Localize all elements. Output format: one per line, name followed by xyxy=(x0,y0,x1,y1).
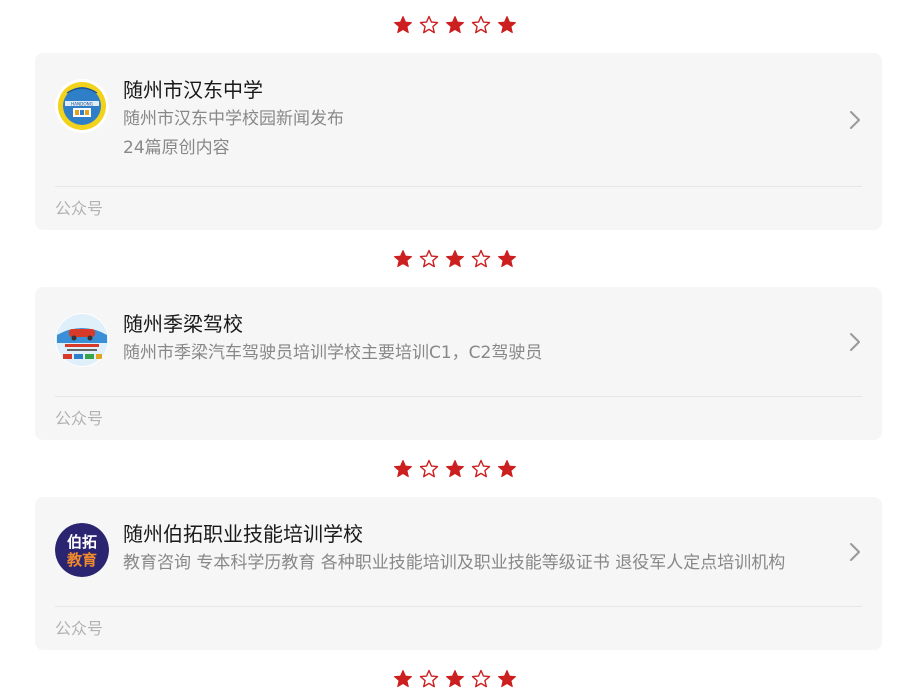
star-filled-icon xyxy=(445,669,465,689)
account-name: 随州伯拓职业技能培训学校 xyxy=(123,522,363,546)
account-name: 随州季梁驾校 xyxy=(123,312,243,336)
card-divider xyxy=(55,396,862,397)
account-description: 随州市汉东中学校园新闻发布 xyxy=(123,109,344,129)
star-filled-icon xyxy=(393,15,413,35)
account-card-handong-school: HANDONG 随州市汉东中学 随州市汉东中学校园新闻发布 24篇原创内容 公众… xyxy=(35,53,882,230)
star-filled-icon xyxy=(497,15,517,35)
star-filled-icon xyxy=(445,15,465,35)
account-card-link[interactable]: HANDONG 随州市汉东中学 随州市汉东中学校园新闻发布 24篇原创内容 xyxy=(35,53,882,185)
star-outline-icon xyxy=(471,15,491,35)
star-outline-icon xyxy=(471,459,491,479)
account-card-bota-vocational-school: 伯拓 教育 随州伯拓职业技能培训学校 教育咨询 专本科学历教育 各种职业技能培训… xyxy=(35,497,882,650)
star-filled-icon xyxy=(497,249,517,269)
star-filled-icon xyxy=(445,249,465,269)
svg-text:HANDONG: HANDONG xyxy=(71,101,93,106)
hangdong-school-logo-icon: HANDONG xyxy=(55,79,109,133)
account-description: 随州市季梁汽车驾驶员培训学校主要培训C1，C2驾驶员 xyxy=(123,343,543,363)
star-divider-2 xyxy=(0,248,910,270)
star-divider-4 xyxy=(0,668,910,690)
account-description: 教育咨询 专本科学历教育 各种职业技能培训及职业技能等级证书 退役军人定点培训机… xyxy=(123,553,786,573)
star-outline-icon xyxy=(419,459,439,479)
account-card-link[interactable]: 随州季梁驾校 随州市季梁汽车驾驶员培训学校主要培训C1，C2驾驶员 xyxy=(35,287,882,395)
bota-education-logo-icon: 伯拓 教育 xyxy=(55,523,109,577)
avatar-text-bottom: 教育 xyxy=(66,551,97,569)
star-filled-icon xyxy=(445,459,465,479)
card-divider xyxy=(55,186,862,187)
account-card-link[interactable]: 伯拓 教育 随州伯拓职业技能培训学校 教育咨询 专本科学历教育 各种职业技能培训… xyxy=(35,497,882,605)
star-filled-icon xyxy=(393,459,413,479)
account-name: 随州市汉东中学 xyxy=(123,78,263,102)
star-outline-icon xyxy=(419,15,439,35)
driving-school-logo-icon xyxy=(55,313,109,367)
star-outline-icon xyxy=(471,669,491,689)
account-type-label: 公众号 xyxy=(55,409,104,428)
account-type-label: 公众号 xyxy=(55,199,104,218)
star-outline-icon xyxy=(419,249,439,269)
star-filled-icon xyxy=(497,669,517,689)
avatar-text-top: 伯拓 xyxy=(67,533,97,551)
card-divider xyxy=(55,606,862,607)
star-divider-1 xyxy=(0,14,910,36)
chevron-right-icon xyxy=(848,541,862,563)
account-card-jiliang-driving-school: 随州季梁驾校 随州市季梁汽车驾驶员培训学校主要培训C1，C2驾驶员 公众号 xyxy=(35,287,882,440)
star-divider-3 xyxy=(0,458,910,480)
article-count: 24篇原创内容 xyxy=(123,138,230,158)
chevron-right-icon xyxy=(848,331,862,353)
star-outline-icon xyxy=(471,249,491,269)
star-filled-icon xyxy=(393,669,413,689)
account-type-label: 公众号 xyxy=(55,619,104,638)
star-filled-icon xyxy=(497,459,517,479)
star-filled-icon xyxy=(393,249,413,269)
chevron-right-icon xyxy=(848,109,862,131)
star-outline-icon xyxy=(419,669,439,689)
